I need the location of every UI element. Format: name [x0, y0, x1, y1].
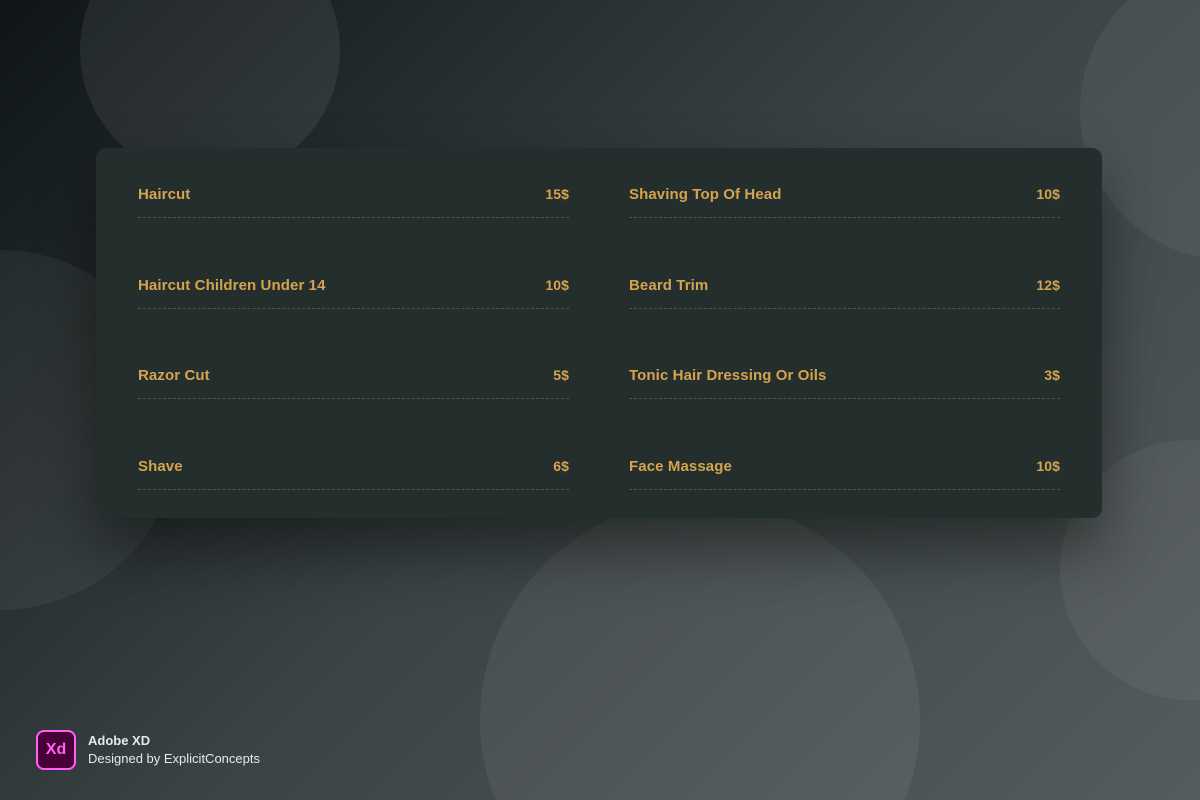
service-name: Haircut Children Under 14: [138, 277, 326, 294]
price-row: Beard Trim 12$: [629, 277, 1060, 309]
service-price: 10$: [1036, 458, 1060, 474]
service-name: Razor Cut: [138, 367, 210, 384]
service-price: 10$: [1036, 186, 1060, 202]
price-row: Haircut Children Under 14 10$: [138, 277, 569, 309]
footer: Xd Adobe XD Designed by ExplicitConcepts: [36, 730, 260, 770]
footer-text: Adobe XD Designed by ExplicitConcepts: [88, 732, 260, 768]
service-price: 6$: [553, 458, 569, 474]
price-column-right: Shaving Top Of Head 10$ Beard Trim 12$ T…: [629, 186, 1060, 490]
service-price: 10$: [545, 277, 569, 293]
price-column-left: Haircut 15$ Haircut Children Under 14 10…: [138, 186, 569, 490]
footer-subtitle: Designed by ExplicitConcepts: [88, 750, 260, 768]
price-row: Shaving Top Of Head 10$: [629, 186, 1060, 218]
price-row: Shave 6$: [138, 458, 569, 490]
price-row: Face Massage 10$: [629, 458, 1060, 490]
service-price: 15$: [545, 186, 569, 202]
bg-circle: [480, 500, 920, 800]
service-price: 5$: [553, 367, 569, 383]
service-name: Face Massage: [629, 458, 732, 475]
adobe-xd-icon: Xd: [36, 730, 76, 770]
service-name: Beard Trim: [629, 277, 708, 294]
price-card: Haircut 15$ Haircut Children Under 14 10…: [96, 148, 1102, 518]
service-price: 12$: [1036, 277, 1060, 293]
service-name: Tonic Hair Dressing Or Oils: [629, 367, 826, 384]
service-name: Shaving Top Of Head: [629, 186, 781, 203]
footer-title: Adobe XD: [88, 732, 260, 750]
service-price: 3$: [1044, 367, 1060, 383]
price-row: Razor Cut 5$: [138, 367, 569, 399]
service-name: Shave: [138, 458, 183, 475]
price-row: Tonic Hair Dressing Or Oils 3$: [629, 367, 1060, 399]
price-row: Haircut 15$: [138, 186, 569, 218]
service-name: Haircut: [138, 186, 190, 203]
